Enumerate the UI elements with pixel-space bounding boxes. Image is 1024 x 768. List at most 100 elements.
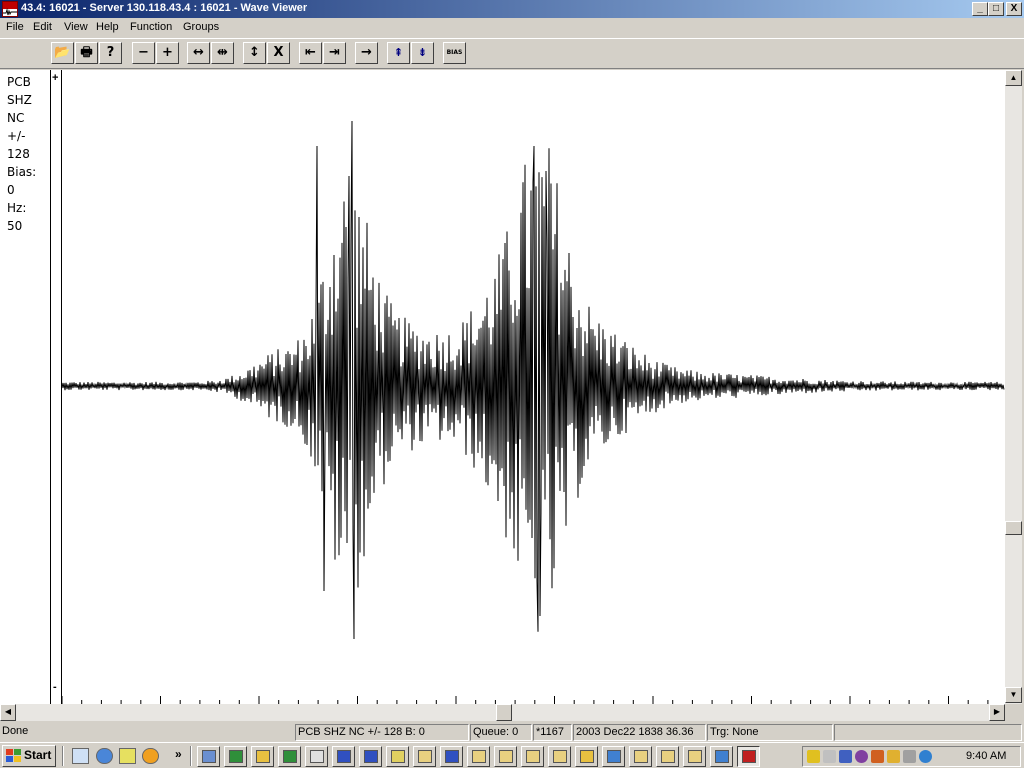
channel-label-panel: PCB SHZ NC +/- 128 Bias: 0 Hz: 50 [0, 70, 51, 704]
taskbar-window-icon [499, 750, 513, 763]
vertical-scroll-thumb[interactable] [1005, 521, 1022, 535]
go-start-button[interactable]: ⇤ [299, 42, 322, 64]
status-done: Done [2, 725, 29, 737]
menu-help[interactable]: Help [96, 21, 119, 33]
start-button[interactable]: Start [2, 745, 56, 767]
toolbar: 📂 🖶 ? − + ↔ ⇹ ↕ Ⅹ ⇤ ⇥ → ⇞ ⇟ BIAS [0, 38, 1024, 69]
tray-globe-icon[interactable] [919, 750, 932, 763]
taskbar-window-button[interactable] [710, 746, 733, 767]
close-button[interactable]: X [1006, 2, 1022, 16]
taskbar-window-button[interactable] [737, 746, 760, 767]
quicklaunch-desktop-icon[interactable] [72, 748, 89, 764]
next-icon: → [361, 45, 372, 60]
vertical-scrollbar[interactable]: ▲ ▼ [1005, 70, 1022, 704]
status-queue: Queue: 0 [470, 724, 532, 741]
quicklaunch-more-chevron[interactable]: » [175, 747, 182, 761]
title-bar[interactable]: 43.4: 16021 - Server 130.118.43.4 : 1602… [0, 0, 1024, 18]
scroll-down-button[interactable]: ▼ [1005, 687, 1022, 703]
taskbar-window-button[interactable] [332, 746, 355, 767]
scale-up-button[interactable]: ⇞ [387, 42, 410, 64]
taskbar-window-button[interactable] [413, 746, 436, 767]
taskbar-window-button[interactable] [440, 746, 463, 767]
status-bar: Done PCB SHZ NC +/- 128 B: 0 Queue: 0 *1… [0, 722, 1024, 742]
taskbar-window-button[interactable] [602, 746, 625, 767]
taskbar-window-icon [688, 750, 702, 763]
taskbar-window-button[interactable] [629, 746, 652, 767]
taskbar-window-icon [229, 750, 243, 763]
scale-down-button[interactable]: ⇟ [411, 42, 434, 64]
go-start-icon: ⇤ [305, 45, 316, 60]
zoom-out-button[interactable]: − [132, 42, 155, 64]
go-end-button[interactable]: ⇥ [323, 42, 346, 64]
open-button[interactable]: 📂 [51, 42, 74, 64]
menu-file[interactable]: File [6, 21, 24, 33]
scroll-right-button[interactable]: ▶ [989, 704, 1005, 721]
expand-vertical-button[interactable]: ↕ [243, 42, 266, 64]
taskbar-window-icon [526, 750, 540, 763]
menu-view[interactable]: View [64, 21, 88, 33]
go-end-icon: ⇥ [329, 45, 340, 60]
taskbar-window-icon [580, 750, 594, 763]
sample-rate-label: Hz: [7, 201, 27, 215]
scroll-up-button[interactable]: ▲ [1005, 70, 1022, 86]
menu-groups[interactable]: Groups [183, 21, 219, 33]
taskbar-window-icon [418, 750, 432, 763]
taskbar-window-icon [634, 750, 648, 763]
horizontal-scrollbar[interactable]: ◀ ▶ [0, 704, 1005, 721]
scroll-left-button[interactable]: ◀ [0, 704, 16, 721]
taskbar-clock: 9:40 AM [966, 750, 1007, 762]
taskbar-window-button[interactable] [305, 746, 328, 767]
quicklaunch-app-icon[interactable] [119, 748, 136, 764]
taskbar-window-button[interactable] [278, 746, 301, 767]
quicklaunch-ie-icon[interactable] [96, 748, 113, 764]
taskbar-window-button[interactable] [656, 746, 679, 767]
maximize-button[interactable]: □ [988, 2, 1004, 16]
tray-volume-icon[interactable] [823, 750, 836, 763]
taskbar-window-button[interactable] [548, 746, 571, 767]
taskbar-window-button[interactable] [494, 746, 517, 767]
taskbar-window-icon [445, 750, 459, 763]
taskbar-window-icon [337, 750, 351, 763]
taskbar-window-button[interactable] [521, 746, 544, 767]
horizontal-scroll-thumb[interactable] [496, 704, 512, 721]
station-label: PCB [7, 75, 31, 89]
network-label: NC [7, 111, 25, 125]
zoom-in-button[interactable]: + [156, 42, 179, 64]
taskbar-window-button[interactable] [683, 746, 706, 767]
menu-function[interactable]: Function [130, 21, 172, 33]
menu-edit[interactable]: Edit [33, 21, 52, 33]
minimize-button[interactable]: _ [972, 2, 988, 16]
next-button[interactable]: → [355, 42, 378, 64]
taskbar-window-button[interactable] [224, 746, 247, 767]
open-folder-icon: 📂 [54, 45, 71, 60]
print-button[interactable]: 🖶 [75, 42, 98, 64]
wave-viewer-app-icon[interactable] [2, 1, 18, 17]
print-icon: 🖶 [80, 45, 93, 60]
taskbar-window-button[interactable] [251, 746, 274, 767]
tray-pencil-icon[interactable] [807, 750, 820, 763]
help-button[interactable]: ? [99, 42, 122, 64]
tray-display-icon[interactable] [903, 750, 916, 763]
tray-network-icon[interactable] [839, 750, 852, 763]
taskbar-window-button[interactable] [386, 746, 409, 767]
taskbar-window-icon [607, 750, 621, 763]
compress-vertical-button[interactable]: Ⅹ [267, 42, 290, 64]
taskbar-window-button[interactable] [467, 746, 490, 767]
taskbar-window-icon [364, 750, 378, 763]
tray-security-icon[interactable] [871, 750, 884, 763]
quicklaunch-media-icon[interactable] [142, 748, 159, 764]
taskbar-window-button[interactable] [575, 746, 598, 767]
taskbar-window-button[interactable] [197, 746, 220, 767]
compress-horizontal-button[interactable]: ⇹ [211, 42, 234, 64]
tray-update-icon[interactable] [887, 750, 900, 763]
taskbar-window-button[interactable] [359, 746, 382, 767]
range-value: 128 [7, 147, 30, 161]
tray-messenger-icon[interactable] [855, 750, 868, 763]
waveform-trace-area[interactable] [62, 70, 1005, 704]
status-trigger: Trg: None [707, 724, 833, 741]
expand-horizontal-button[interactable]: ↔ [187, 42, 210, 64]
system-tray: 9:40 AM [802, 746, 1021, 767]
time-ticks [62, 696, 989, 704]
seismic-trace [62, 120, 1005, 640]
bias-button[interactable]: BIAS [443, 42, 466, 64]
